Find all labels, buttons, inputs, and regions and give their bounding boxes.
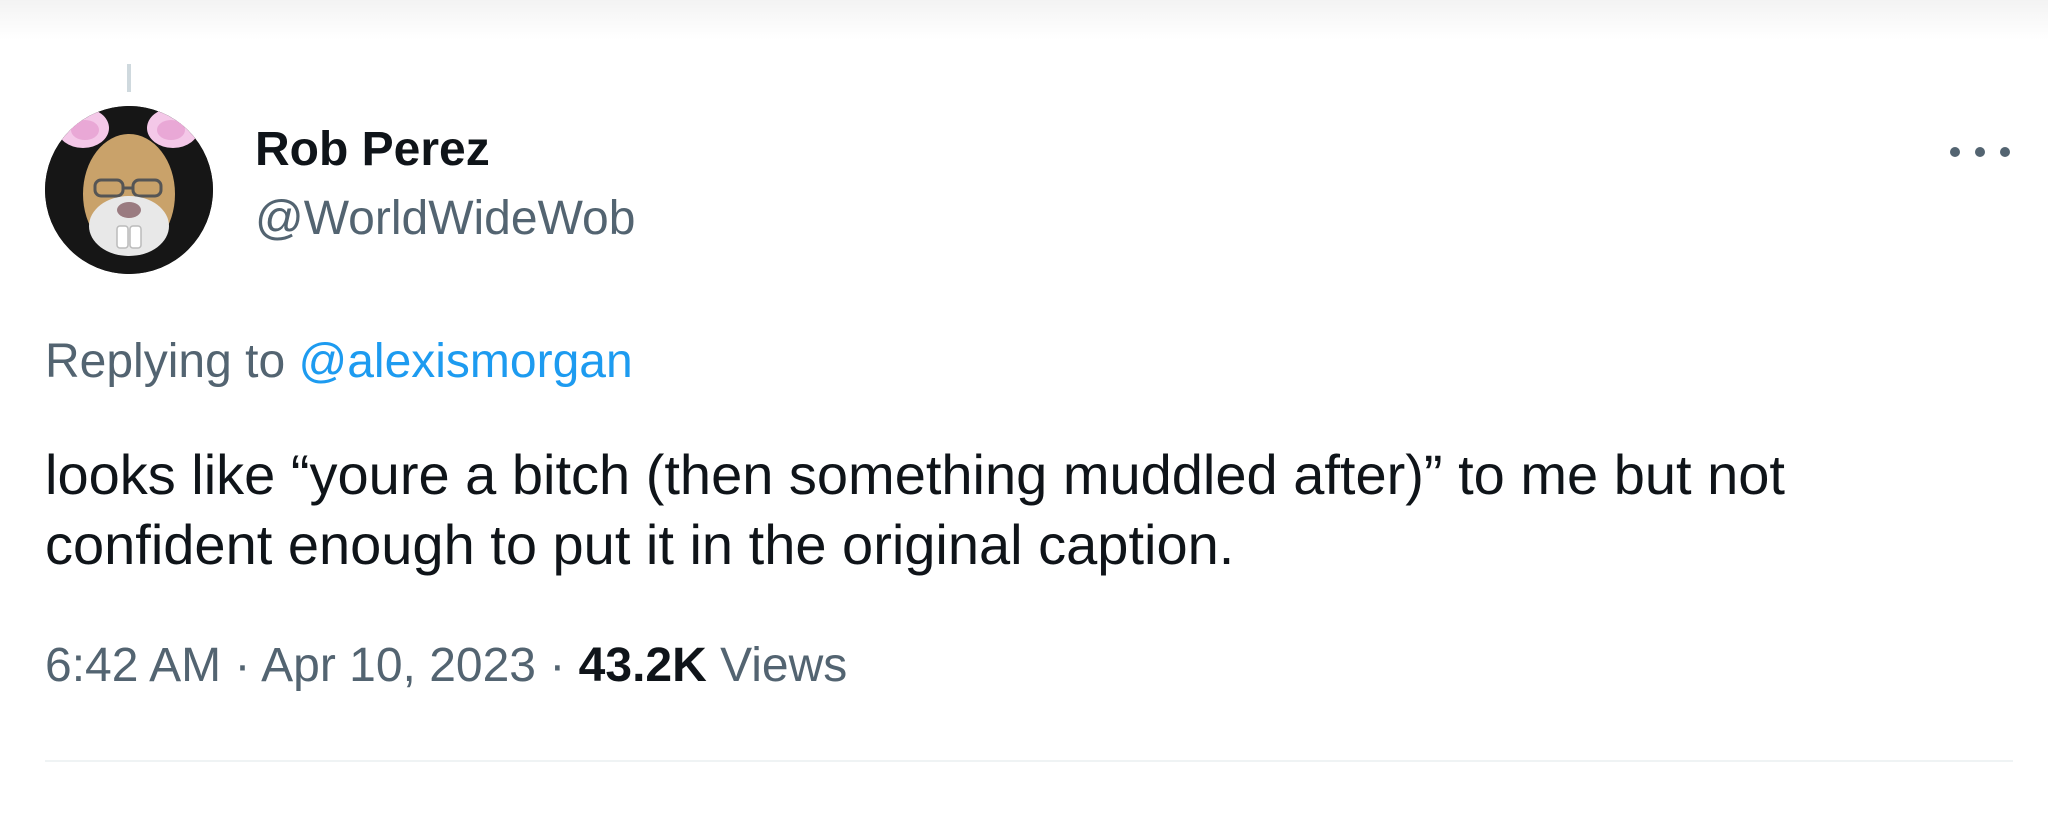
avatar[interactable] [45, 106, 213, 274]
tweet-date[interactable]: Apr 10, 2023 [261, 639, 536, 692]
more-options-button[interactable] [1950, 132, 2010, 172]
tweet-meta: 6:42 AM · Apr 10, 2023 · 43.2K Views [45, 638, 847, 694]
reply-mention-link[interactable]: @alexismorgan [298, 335, 632, 388]
reply-prefix: Replying to [45, 335, 286, 388]
more-horizontal-icon [1950, 147, 1960, 157]
reply-context: Replying to @alexismorgan [45, 334, 633, 390]
author-display-name[interactable]: Rob Perez [255, 122, 490, 178]
tweet-text: looks like “youre a bitch (then somethin… [45, 443, 1801, 576]
divider [45, 760, 2013, 762]
views-count[interactable]: 43.2K [579, 639, 707, 692]
views-label: Views [720, 639, 848, 692]
previous-tweet-fade [0, 0, 2048, 40]
meta-separator: · [234, 639, 251, 692]
thread-connector-line [127, 64, 131, 92]
tweet-time[interactable]: 6:42 AM [45, 639, 221, 692]
meta-separator: · [549, 639, 566, 692]
author-handle[interactable]: @WorldWideWob [255, 191, 635, 247]
bunny-ears-face-avatar-icon [45, 106, 213, 274]
